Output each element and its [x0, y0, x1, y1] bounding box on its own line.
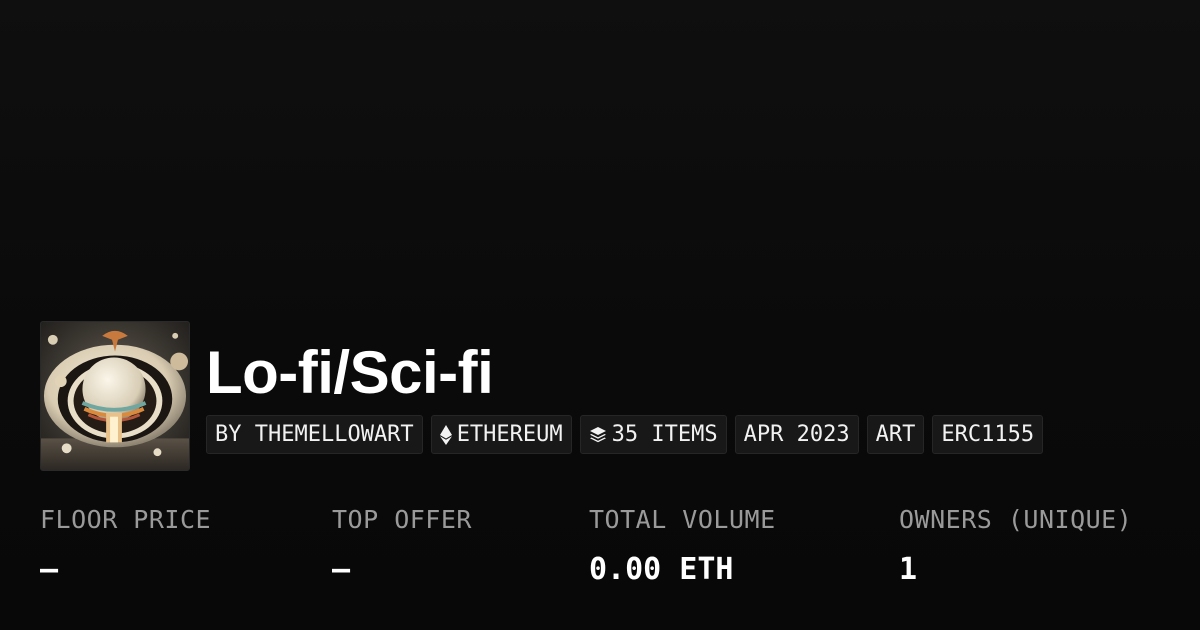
date-label: APR 2023	[743, 422, 850, 447]
category-pill[interactable]: ART	[866, 415, 925, 454]
top-offer-value: –	[332, 552, 351, 587]
creator-pill[interactable]: BY THEMELLOWART	[206, 415, 423, 454]
category-label: ART	[875, 422, 916, 447]
collection-artwork-image	[41, 322, 189, 470]
total-volume-stat: TOTAL VOLUME 0.00 ETH	[589, 505, 776, 587]
top-offer-label: TOP OFFER	[332, 505, 472, 534]
owners-label: OWNERS (UNIQUE)	[899, 505, 1133, 534]
items-label: 35 ITEMS	[611, 422, 718, 447]
floor-price-label: FLOOR PRICE	[40, 505, 212, 534]
owners-value: 1	[899, 552, 918, 587]
collection-title: Lo-fi/Sci-fi	[206, 339, 494, 406]
title-block: Lo-fi/Sci-fi BY THEMELLOWART ETHEREUM 35…	[206, 321, 1044, 454]
chain-pill[interactable]: ETHEREUM	[430, 415, 572, 454]
date-pill: APR 2023	[734, 415, 859, 454]
floor-price-stat: FLOOR PRICE –	[40, 505, 211, 587]
creator-label: BY THEMELLOWART	[215, 422, 414, 447]
collection-header: Lo-fi/Sci-fi BY THEMELLOWART ETHEREUM 35…	[40, 321, 1044, 471]
standard-label: ERC1155	[941, 422, 1035, 447]
owners-stat: OWNERS (UNIQUE) 1	[899, 505, 1132, 587]
total-volume-label: TOTAL VOLUME	[589, 505, 776, 534]
items-pill[interactable]: 35 ITEMS	[579, 415, 727, 454]
ethereum-icon	[439, 424, 452, 445]
collection-meta-pills: BY THEMELLOWART ETHEREUM 35 ITEMS APR 20…	[206, 415, 1044, 454]
floor-price-value: –	[40, 552, 59, 587]
collection-avatar	[40, 321, 190, 471]
top-offer-stat: TOP OFFER –	[332, 505, 472, 587]
chain-label: ETHEREUM	[456, 422, 563, 447]
total-volume-value: 0.00 ETH	[589, 552, 734, 587]
standard-pill: ERC1155	[932, 415, 1044, 454]
collection-stats: FLOOR PRICE – TOP OFFER – TOTAL VOLUME 0…	[40, 505, 1190, 595]
layers-icon	[589, 426, 607, 444]
